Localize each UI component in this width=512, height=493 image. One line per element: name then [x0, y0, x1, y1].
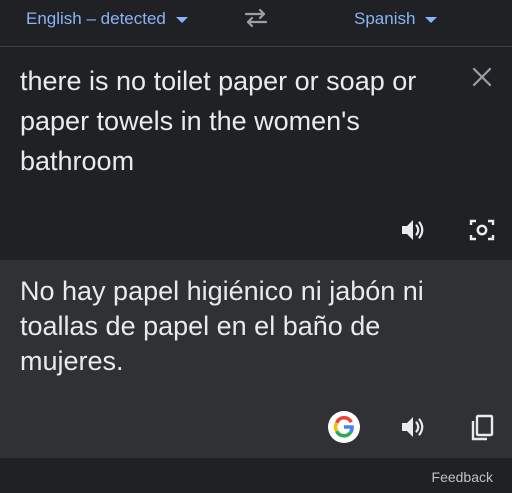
- copy-translation-button[interactable]: [467, 412, 497, 442]
- swap-languages-button[interactable]: [241, 6, 271, 30]
- speaker-icon: [402, 220, 424, 240]
- chevron-down-icon: [175, 17, 188, 23]
- source-listen-button[interactable]: [398, 215, 428, 245]
- camera-icon: [469, 219, 495, 241]
- clear-button[interactable]: [470, 65, 494, 89]
- speaker-icon: [402, 417, 424, 437]
- close-icon: [472, 67, 492, 87]
- source-language-selector[interactable]: English – detected: [26, 6, 188, 32]
- language-bar: English – detected Spanish: [0, 0, 512, 46]
- camera-button[interactable]: [467, 215, 497, 245]
- target-language-label: Spanish: [354, 9, 416, 28]
- feedback-link[interactable]: Feedback: [432, 469, 493, 485]
- source-text-input[interactable]: there is no toilet paper or soap or pape…: [20, 61, 460, 181]
- google-logo-button[interactable]: [328, 411, 360, 443]
- google-logo-icon: [333, 416, 354, 438]
- copy-icon: [471, 414, 494, 441]
- source-language-label: English – detected: [26, 9, 166, 28]
- translation-output: No hay papel higiénico ni jabón ni toall…: [20, 276, 424, 376]
- source-panel: there is no toilet paper or soap or pape…: [0, 47, 512, 260]
- swap-icon: [244, 8, 268, 28]
- translation-panel: No hay papel higiénico ni jabón ni toall…: [0, 260, 512, 458]
- chevron-down-icon: [425, 17, 438, 23]
- translation-listen-button[interactable]: [398, 412, 428, 442]
- target-language-selector[interactable]: Spanish: [354, 6, 438, 32]
- footer: Feedback: [0, 458, 512, 493]
